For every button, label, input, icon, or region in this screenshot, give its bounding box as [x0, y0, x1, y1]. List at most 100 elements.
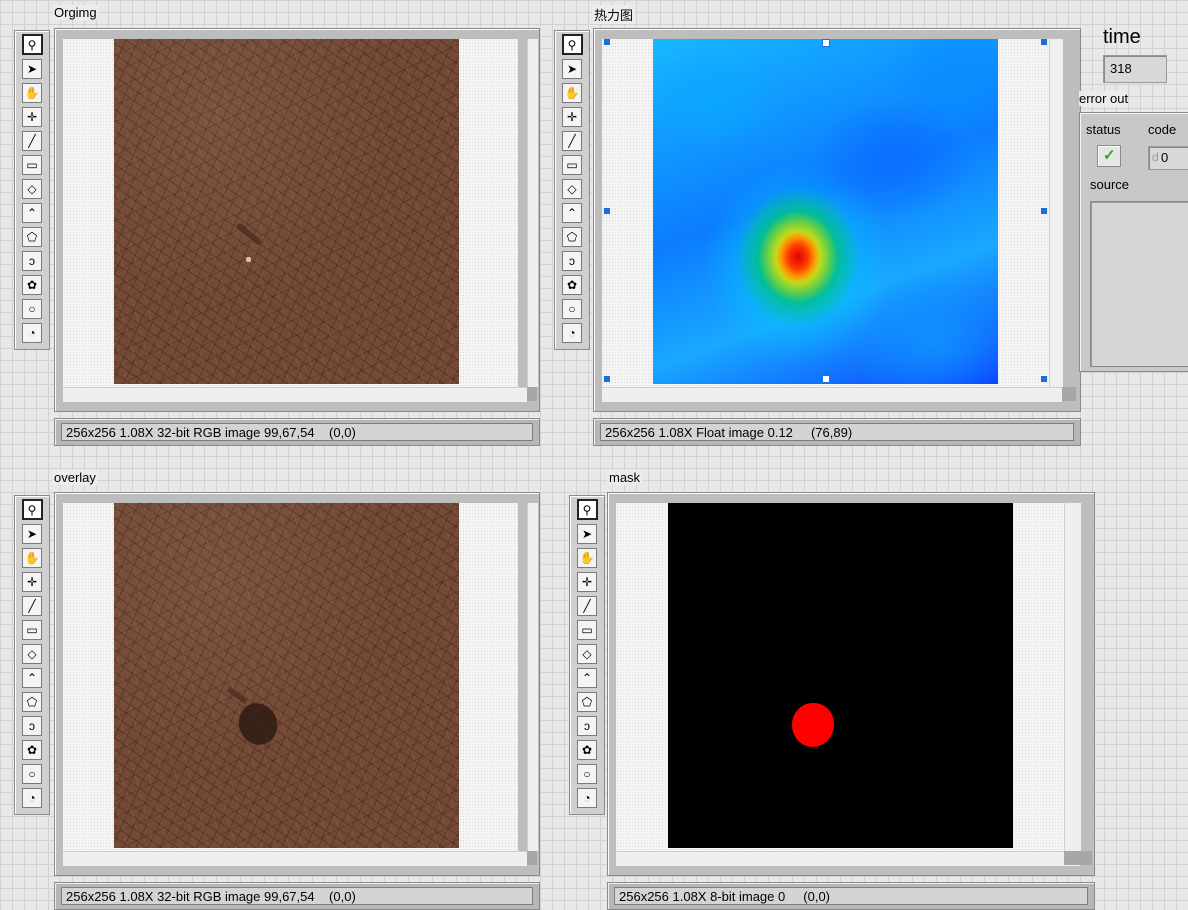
freehand-line-icon[interactable]: ↄ: [22, 716, 42, 736]
selection-handle[interactable]: [1041, 376, 1047, 382]
line-icon[interactable]: ╱: [22, 131, 42, 151]
crosshair-icon[interactable]: ✛: [22, 107, 42, 127]
polygon-icon[interactable]: ⬠: [22, 227, 42, 247]
horizontal-scrollbar[interactable]: [63, 851, 527, 866]
tool-palette: ⚲ ➤ ✋ ✛ ╱ ▭ ◇ ⌃ ⬠ ↄ ✿ ○ ◔: [14, 495, 50, 815]
horizontal-scrollbar[interactable]: [602, 387, 1062, 402]
rectangle-icon[interactable]: ▭: [22, 155, 42, 175]
code-radix: d: [1152, 150, 1159, 164]
pointer-icon[interactable]: ➤: [562, 59, 582, 79]
heatmap-label: 热力图: [592, 5, 636, 24]
vertical-scrollbar[interactable]: [527, 39, 538, 387]
overlay-display[interactable]: [54, 492, 540, 876]
freehand-region-icon[interactable]: ✿: [22, 275, 42, 295]
pointer-icon[interactable]: ➤: [577, 524, 597, 544]
annulus-icon[interactable]: ◔: [22, 788, 42, 808]
selection-handle[interactable]: [604, 376, 610, 382]
freehand-line-icon[interactable]: ↄ: [577, 716, 597, 736]
line-icon[interactable]: ╱: [22, 596, 42, 616]
freehand-region-icon[interactable]: ✿: [562, 275, 582, 295]
selection-handle[interactable]: [822, 375, 830, 383]
annulus-icon[interactable]: ◔: [562, 323, 582, 343]
pointer-icon[interactable]: ➤: [22, 59, 42, 79]
mask-status-text: 256x256 1.08X 8-bit image 0 (0,0): [614, 887, 1088, 905]
oval-icon[interactable]: ○: [22, 299, 42, 319]
code-label: code: [1148, 122, 1177, 137]
oval-icon[interactable]: ○: [577, 764, 597, 784]
mask-status-bar: 256x256 1.08X 8-bit image 0 (0,0): [607, 882, 1095, 910]
vertical-scrollbar[interactable]: [1049, 39, 1063, 387]
heatmap-status-bar: 256x256 1.08X Float image 0.12 (76,89): [593, 418, 1081, 446]
overlay-image[interactable]: [114, 503, 459, 848]
vertical-scrollbar[interactable]: [527, 503, 538, 851]
tool-palette: ⚲ ➤ ✋ ✛ ╱ ▭ ◇ ⌃ ⬠ ↄ ✿ ○ ◔: [554, 30, 590, 350]
pan-hand-icon[interactable]: ✋: [577, 548, 597, 568]
tool-palette: ⚲ ➤ ✋ ✛ ╱ ▭ ◇ ⌃ ⬠ ↄ ✿ ○ ◔: [569, 495, 605, 815]
mask-region: [792, 703, 834, 747]
rotated-rect-icon[interactable]: ◇: [577, 644, 597, 664]
rectangle-icon[interactable]: ▭: [22, 620, 42, 640]
time-indicator: 318: [1103, 55, 1167, 83]
crosshair-icon[interactable]: ✛: [577, 572, 597, 592]
pan-hand-icon[interactable]: ✋: [562, 83, 582, 103]
rectangle-icon[interactable]: ▭: [577, 620, 597, 640]
error-out-cluster: status code ✓ d 0 source: [1079, 112, 1188, 372]
mask-image[interactable]: [668, 503, 1013, 848]
freehand-line-icon[interactable]: ↄ: [22, 251, 42, 271]
overlay-status-bar: 256x256 1.08X 32-bit RGB image 99,67,54 …: [54, 882, 540, 910]
heatmap-image[interactable]: [653, 39, 998, 384]
pointer-icon[interactable]: ➤: [22, 524, 42, 544]
rotated-rect-icon[interactable]: ◇: [22, 179, 42, 199]
heatmap-status-text: 256x256 1.08X Float image 0.12 (76,89): [600, 423, 1074, 441]
status-indicator[interactable]: ✓: [1097, 145, 1121, 167]
oval-icon[interactable]: ○: [562, 299, 582, 319]
line-icon[interactable]: ╱: [562, 131, 582, 151]
freehand-line-icon[interactable]: ↄ: [562, 251, 582, 271]
heatmap-display[interactable]: [593, 28, 1081, 412]
freehand-region-icon[interactable]: ✿: [577, 740, 597, 760]
selection-handle[interactable]: [1041, 208, 1047, 214]
tool-palette: ⚲ ➤ ✋ ✛ ╱ ▭ ◇ ⌃ ⬠ ↄ ✿ ○ ◔: [14, 30, 50, 350]
oval-icon[interactable]: ○: [22, 764, 42, 784]
polyline-icon[interactable]: ⌃: [22, 203, 42, 223]
status-label: status: [1086, 122, 1121, 137]
orgimg-display[interactable]: [54, 28, 540, 412]
code-value: 0: [1161, 150, 1169, 165]
crosshair-icon[interactable]: ✛: [22, 572, 42, 592]
polygon-icon[interactable]: ⬠: [562, 227, 582, 247]
time-label: time: [1103, 26, 1141, 48]
selection-handle[interactable]: [822, 39, 830, 47]
polyline-icon[interactable]: ⌃: [562, 203, 582, 223]
polygon-icon[interactable]: ⬠: [577, 692, 597, 712]
polyline-icon[interactable]: ⌃: [22, 668, 42, 688]
selection-handle[interactable]: [604, 208, 610, 214]
time-value: 318: [1110, 61, 1132, 76]
selection-handle[interactable]: [604, 39, 610, 45]
zoom-icon[interactable]: ⚲: [561, 34, 583, 55]
polyline-icon[interactable]: ⌃: [577, 668, 597, 688]
annulus-icon[interactable]: ◔: [22, 323, 42, 343]
freehand-region-icon[interactable]: ✿: [22, 740, 42, 760]
mask-display[interactable]: [607, 492, 1095, 876]
line-icon[interactable]: ╱: [577, 596, 597, 616]
crosshair-icon[interactable]: ✛: [562, 107, 582, 127]
mask-label: mask: [607, 470, 643, 485]
zoom-icon[interactable]: ⚲: [576, 499, 598, 520]
zoom-icon[interactable]: ⚲: [21, 499, 43, 520]
orgimg-image[interactable]: [114, 39, 459, 384]
pan-hand-icon[interactable]: ✋: [22, 548, 42, 568]
rectangle-icon[interactable]: ▭: [562, 155, 582, 175]
source-label: source: [1090, 177, 1130, 192]
rotated-rect-icon[interactable]: ◇: [22, 644, 42, 664]
overlay-label: overlay: [52, 470, 98, 485]
zoom-icon[interactable]: ⚲: [21, 34, 43, 55]
pan-hand-icon[interactable]: ✋: [22, 83, 42, 103]
vertical-scrollbar[interactable]: [1064, 503, 1081, 851]
selection-handle[interactable]: [1041, 39, 1047, 45]
polygon-icon[interactable]: ⬠: [22, 692, 42, 712]
horizontal-scrollbar[interactable]: [616, 851, 1080, 866]
horizontal-scrollbar[interactable]: [63, 387, 527, 402]
annulus-icon[interactable]: ◔: [577, 788, 597, 808]
source-indicator: [1090, 201, 1188, 367]
rotated-rect-icon[interactable]: ◇: [562, 179, 582, 199]
